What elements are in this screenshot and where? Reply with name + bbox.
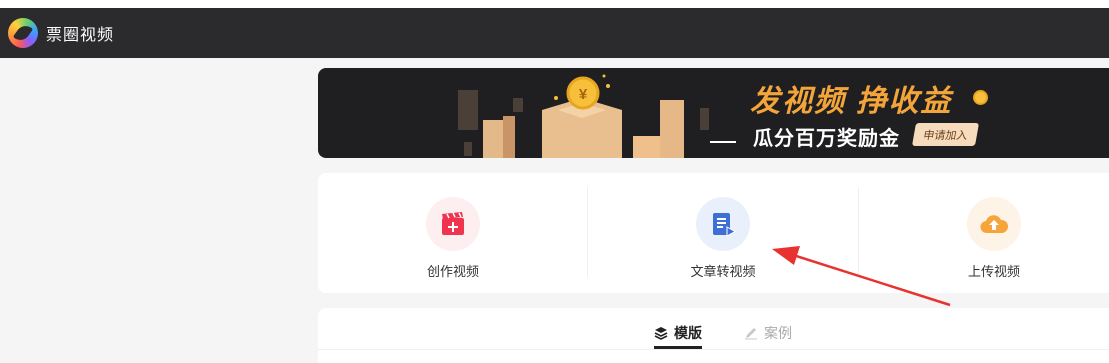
banner-subslogan: 瓜分百万奖励金 xyxy=(753,128,900,150)
upload-video-label: 上传视频 xyxy=(967,264,1020,279)
article-to-video-label: 文章转视频 xyxy=(690,264,756,279)
banner-block-7 xyxy=(660,100,684,158)
app-logo-icon[interactable] xyxy=(8,18,38,48)
create-video-label: 创作视频 xyxy=(426,264,479,279)
sparkle-1 xyxy=(554,96,558,100)
article-to-video-action[interactable]: 文章转视频 xyxy=(588,173,858,293)
tab-templates-label: 模版 xyxy=(674,325,702,341)
create-video-icon-wrap xyxy=(426,197,480,251)
banner-block-1 xyxy=(458,90,478,130)
app-header: 票圈视频 xyxy=(0,8,1109,58)
banner-block-3 xyxy=(464,142,472,156)
article-to-video-icon-wrap xyxy=(696,197,750,251)
quick-actions-card: 创作视频 文章转视频 上传视频 xyxy=(318,173,1109,293)
tab-templates[interactable]: 模版 xyxy=(654,320,702,346)
banner-artwork: ¥ xyxy=(458,74,709,158)
banner-block-8 xyxy=(700,108,709,130)
promo-banner[interactable]: ¥ 发视频 挣收益 瓜分百万奖励金 申请加入 xyxy=(318,68,1109,158)
pencil-icon xyxy=(744,326,758,340)
upload-video-action[interactable]: 上传视频 xyxy=(859,173,1109,293)
create-video-action[interactable]: 创作视频 xyxy=(318,173,588,293)
tab-cases-label: 案例 xyxy=(764,325,792,341)
app-title[interactable]: 票圈视频 xyxy=(46,21,114,45)
sparkle-3 xyxy=(602,74,606,78)
banner-coin-symbol: ¥ xyxy=(579,86,588,103)
content-tabs-card: 模版 案例 xyxy=(318,308,1109,363)
tab-cases[interactable]: 案例 xyxy=(744,320,792,346)
window-top-strip xyxy=(0,0,1109,8)
tabs-bottom-border xyxy=(318,349,1109,350)
apply-join-button[interactable]: 申请加入 xyxy=(911,123,980,146)
upload-video-icon-wrap xyxy=(967,197,1021,251)
banner-block-2 xyxy=(513,98,523,112)
sparkle-2 xyxy=(606,84,610,88)
banner-slogan: 发视频 挣收益 xyxy=(750,85,953,118)
cloud-upload-icon xyxy=(980,215,1009,234)
banner-dash xyxy=(710,141,736,143)
coin-icon xyxy=(973,90,988,105)
layers-icon xyxy=(654,326,668,340)
banner-block-5 xyxy=(503,116,515,158)
document-play-icon xyxy=(713,213,737,237)
clapperboard-plus-icon xyxy=(442,212,464,235)
